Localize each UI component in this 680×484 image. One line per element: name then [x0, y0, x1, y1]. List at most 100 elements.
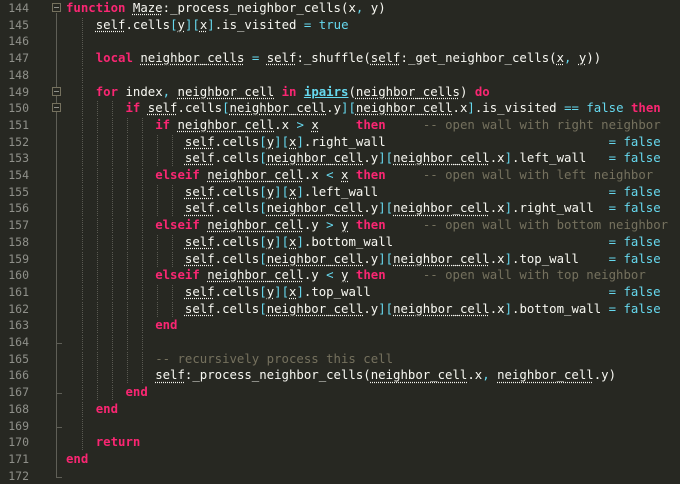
- code-line[interactable]: 160 elseif neighbor_cell.y < y then -- o…: [0, 267, 680, 284]
- code-line[interactable]: 168 end: [0, 401, 680, 418]
- code-line[interactable]: 153 self.cells[neighbor_cell.y][neighbor…: [0, 150, 680, 167]
- identifier: neighbor_cells: [140, 51, 245, 66]
- line-code[interactable]: elseif neighbor_cell.x < x then -- open …: [66, 167, 653, 184]
- line-code[interactable]: self.cells[neighbor_cell.y][neighbor_cel…: [66, 150, 661, 167]
- code-line[interactable]: 163 end: [0, 317, 680, 334]
- identifier: x: [311, 168, 319, 182]
- bracket: [: [281, 284, 289, 299]
- indent-guide: [127, 251, 128, 267]
- code-line[interactable]: 161 self.cells[y][x].top_wall = false: [0, 284, 680, 301]
- code-line[interactable]: 165 -- recursively process this cell: [0, 351, 680, 368]
- code-line[interactable]: 152 self.cells[y][x].right_wall = false: [0, 134, 680, 151]
- line-code[interactable]: for index, neighbor_cell in ipairs(neigh…: [66, 84, 490, 101]
- identifier: y: [266, 184, 275, 199]
- indent-guide: [142, 335, 143, 350]
- line-code[interactable]: function Maze:_process_neighbor_cells(x,…: [66, 0, 386, 17]
- line-code[interactable]: -- recursively process this cell: [66, 351, 393, 368]
- line-code[interactable]: if self.cells[neighbor_cell.y][neighbor_…: [66, 100, 660, 117]
- code-line[interactable]: 171 end: [0, 451, 680, 468]
- line-number: 165: [8, 351, 29, 366]
- code-line[interactable]: 148: [0, 67, 680, 84]
- indent-guide: [157, 201, 158, 217]
- line-code[interactable]: self.cells[y][x].bottom_wall = false: [66, 234, 661, 251]
- code-line[interactable]: 167 end: [0, 384, 680, 401]
- indent-guide: [82, 34, 83, 50]
- comma: ,: [162, 84, 171, 99]
- constant: false: [623, 251, 661, 266]
- indent-guide: [142, 168, 143, 183]
- code-line[interactable]: 159 self.cells[neighbor_cell.y][neighbor…: [0, 251, 680, 268]
- code-line[interactable]: 154 elseif neighbor_cell.x < x then -- o…: [0, 167, 680, 184]
- code-line[interactable]: 158 self.cells[y][x].bottom_wall = false: [0, 234, 680, 251]
- code-line[interactable]: 157 elseif neighbor_cell.y > y then -- o…: [0, 217, 680, 234]
- line-code[interactable]: self.cells[y][x].is_visited = true: [66, 17, 349, 34]
- line-number: 158: [8, 234, 29, 249]
- line-code[interactable]: end: [66, 401, 118, 418]
- code-line[interactable]: 149 for index, neighbor_cell in ipairs(n…: [0, 84, 680, 101]
- line-code[interactable]: self.cells[neighbor_cell.y][neighbor_cel…: [66, 251, 661, 268]
- identifier: cells: [222, 151, 260, 166]
- keyword: end: [125, 385, 148, 400]
- code-line[interactable]: 162 self.cells[neighbor_cell.y][neighbor…: [0, 301, 680, 318]
- bracket: [: [259, 201, 267, 216]
- code-line[interactable]: 170 return: [0, 434, 680, 451]
- line-code[interactable]: end: [66, 451, 88, 468]
- line-code[interactable]: if neighbor_cell.x > x then -- open wall…: [66, 117, 660, 134]
- indent-guide: [97, 368, 98, 384]
- code-line[interactable]: 155 self.cells[y][x].left_wall = false: [0, 184, 680, 201]
- indent-guide: [127, 301, 128, 317]
- identifier: top_wall: [519, 251, 579, 266]
- code-line[interactable]: 145 self.cells[y][x].is_visited = true: [0, 17, 680, 34]
- code-line[interactable]: 146: [0, 33, 680, 50]
- bracket: [: [348, 101, 356, 116]
- identifier: neighbor_cell: [355, 101, 453, 116]
- code-line[interactable]: 147 local neighbor_cells = self:_shuffle…: [0, 50, 680, 67]
- bracket: ]: [296, 284, 304, 299]
- indent-guide: [97, 101, 98, 117]
- code-line[interactable]: 150 if self.cells[neighbor_cell.y][neigh…: [0, 100, 680, 117]
- code-line[interactable]: 169: [0, 418, 680, 435]
- code-editor[interactable]: 144 function Maze:_process_neighbor_cells…: [0, 0, 680, 484]
- indent-guide: [142, 117, 143, 133]
- code-line[interactable]: 172: [0, 468, 680, 484]
- code-line[interactable]: 156 self.cells[neighbor_cell.y][neighbor…: [0, 200, 680, 217]
- code-line[interactable]: 164: [0, 334, 680, 351]
- line-number: 160: [8, 268, 29, 283]
- code-line[interactable]: 151 if neighbor_cell.x > x then -- open …: [0, 117, 680, 134]
- line-code[interactable]: self.cells[y][x].left_wall = false: [66, 184, 661, 201]
- line-number: 162: [8, 301, 29, 316]
- indent-guide: [112, 301, 113, 317]
- constant: false: [623, 301, 661, 316]
- line-code[interactable]: return: [66, 434, 141, 451]
- keyword: for: [95, 84, 119, 99]
- bracket: ]: [274, 284, 282, 299]
- indent-guide: [112, 117, 113, 133]
- code-line[interactable]: 166 self:_process_neighbor_cells(neighbo…: [0, 367, 680, 384]
- code-token: .: [489, 251, 498, 266]
- line-number: 149: [8, 84, 29, 99]
- keyword: elseif: [155, 168, 200, 182]
- identifier: neighbor_cell: [266, 151, 364, 166]
- line-code[interactable]: self:_process_neighbor_cells(neighbor_ce…: [66, 367, 616, 384]
- identifier: neighbor_cell: [266, 201, 364, 216]
- identifier: _process_neighbor_cells: [170, 1, 341, 15]
- line-code[interactable]: elseif neighbor_cell.y < y then -- open …: [66, 267, 646, 284]
- line-code[interactable]: self.cells[y][x].right_wall = false: [66, 134, 661, 151]
- code-token: .: [125, 17, 133, 32]
- line-code[interactable]: self.cells[neighbor_cell.y][neighbor_cel…: [66, 301, 661, 318]
- line-code[interactable]: local neighbor_cells = self:_shuffle(sel…: [66, 50, 601, 67]
- line-code[interactable]: end: [66, 384, 148, 401]
- line-code[interactable]: self.cells[neighbor_cell.y][neighbor_cel…: [66, 200, 661, 217]
- code-line[interactable]: 144 function Maze:_process_neighbor_cells…: [0, 0, 680, 17]
- indent-guide: [112, 284, 113, 300]
- keyword: local: [95, 51, 133, 66]
- line-code[interactable]: elseif neighbor_cell.y > y then -- open …: [66, 217, 668, 234]
- line-code[interactable]: self.cells[y][x].top_wall = false: [66, 284, 661, 301]
- indent-guide: [112, 368, 113, 384]
- identifier: neighbor_cell: [393, 151, 490, 166]
- operator: >: [296, 117, 304, 132]
